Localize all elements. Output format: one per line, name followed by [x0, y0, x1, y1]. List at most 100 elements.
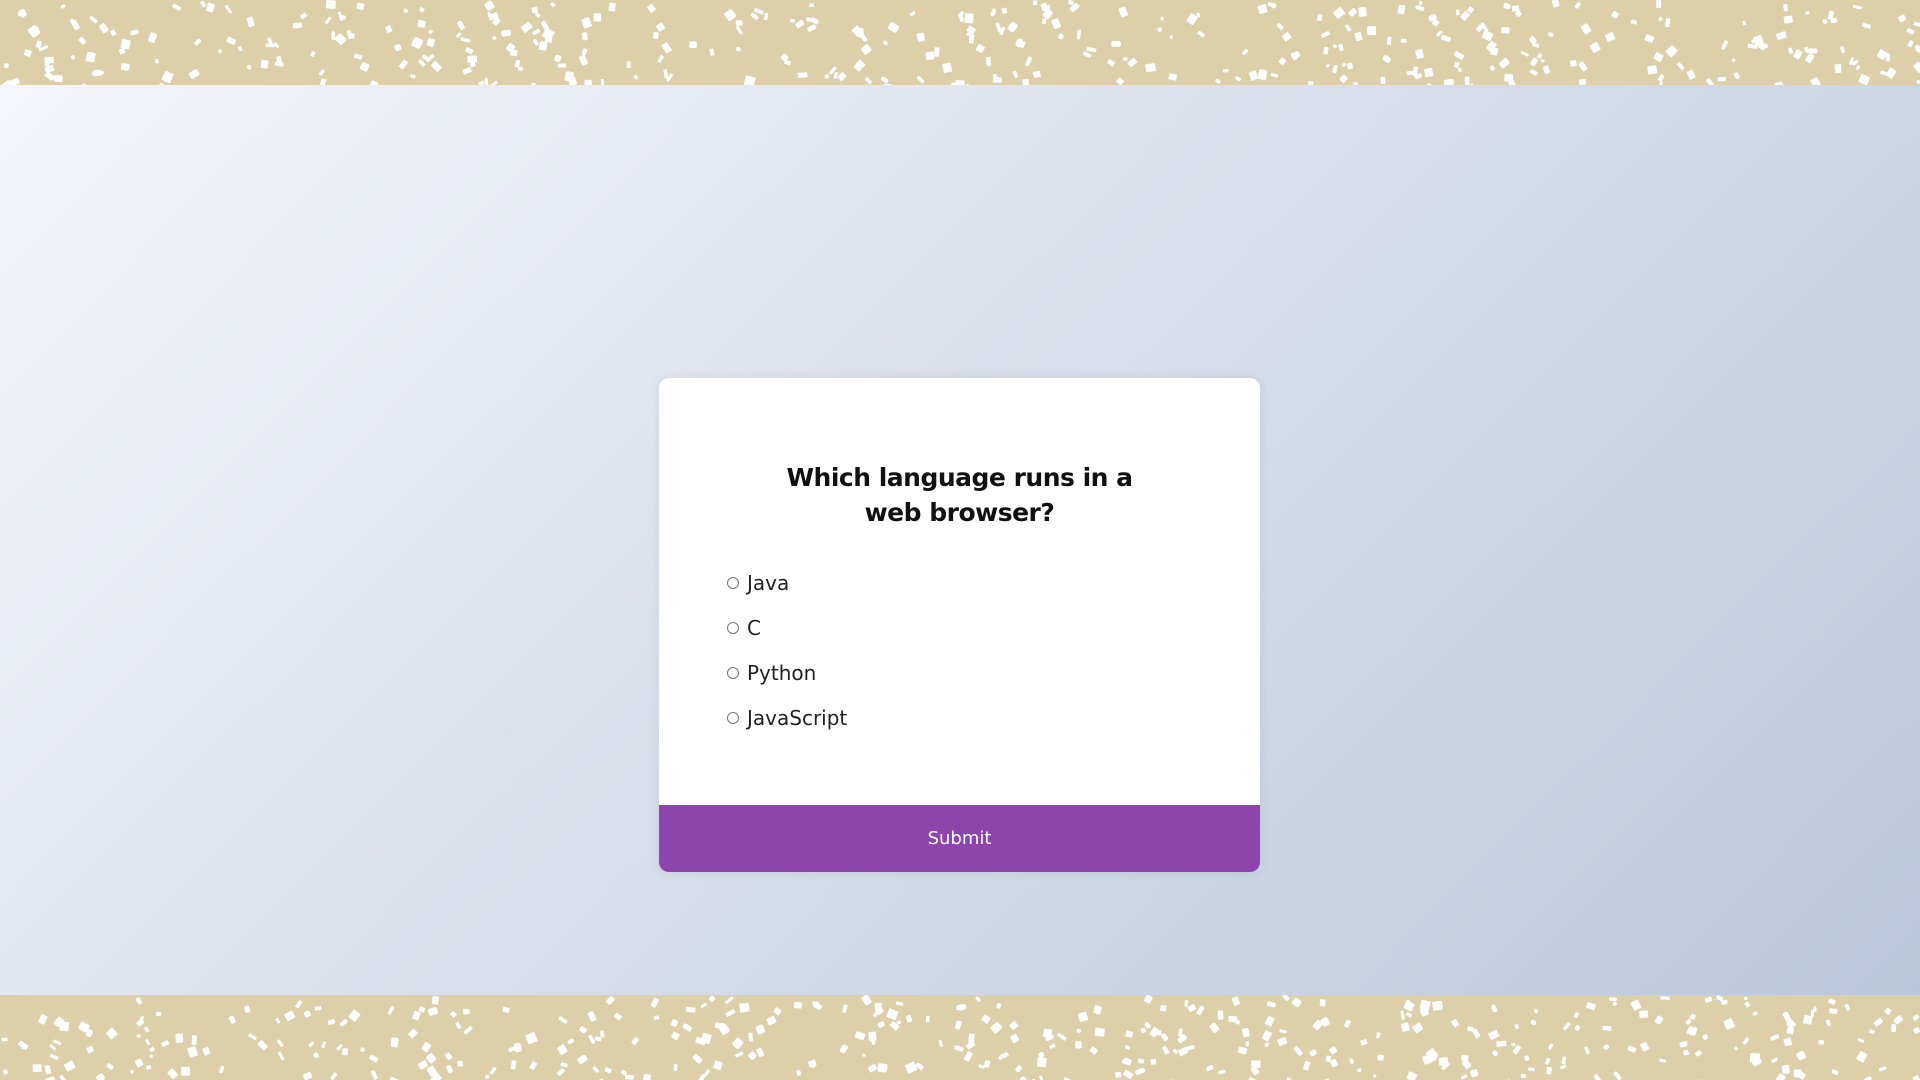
confetti-speck: [1885, 67, 1897, 79]
answer-option-python[interactable]: Python: [727, 650, 1192, 695]
confetti-speck: [1788, 47, 1793, 54]
radio-button[interactable]: [727, 711, 739, 724]
submit-button[interactable]: Submit: [659, 805, 1260, 872]
answer-label[interactable]: JavaScript: [747, 706, 847, 730]
confetti-speck: [685, 1006, 696, 1013]
confetti-speck: [370, 1069, 379, 1080]
confetti-speck: [1328, 1045, 1338, 1055]
confetti-speck: [653, 1015, 660, 1021]
confetti-speck: [1261, 1029, 1273, 1042]
confetti-speck: [136, 1018, 145, 1027]
confetti-speck: [1912, 1075, 1920, 1080]
confetti-speck: [359, 62, 370, 72]
confetti-speck: [467, 55, 478, 63]
confetti-speck: [1653, 51, 1664, 63]
confetti-speck: [265, 43, 275, 48]
confetti-speck: [1051, 18, 1062, 30]
confetti-speck: [1547, 32, 1554, 37]
confetti-speck: [130, 29, 139, 36]
confetti-speck: [1143, 995, 1153, 1004]
confetti-speck: [592, 1066, 599, 1073]
confetti-speck: [1231, 996, 1241, 1007]
confetti-speck: [1818, 1040, 1824, 1045]
confetti-speck: [1415, 48, 1425, 59]
confetti-speck: [1187, 1003, 1197, 1013]
answer-label[interactable]: C: [747, 616, 761, 640]
confetti-speck: [450, 1010, 457, 1018]
confetti-speck: [1302, 1060, 1311, 1071]
confetti-speck: [877, 1063, 888, 1073]
confetti-speck: [739, 1002, 750, 1013]
confetti-speck: [874, 1002, 882, 1012]
confetti-speck: [284, 1010, 296, 1022]
confetti-speck: [725, 996, 734, 1004]
confetti-speck: [257, 1040, 268, 1051]
answer-option-c[interactable]: C: [727, 605, 1192, 650]
confetti-pattern: [2, 0, 1920, 85]
confetti-speck: [1453, 50, 1465, 60]
confetti-speck: [143, 1026, 150, 1033]
confetti-speck: [1897, 14, 1907, 23]
confetti-speck: [1140, 1027, 1146, 1034]
confetti-speck: [228, 1015, 236, 1024]
confetti-speck: [149, 1054, 153, 1059]
answer-label[interactable]: Python: [747, 661, 816, 685]
confetti-speck: [1676, 62, 1685, 71]
confetti-speck: [1332, 44, 1338, 49]
confetti-speck: [1529, 69, 1538, 76]
confetti-speck: [45, 1076, 56, 1080]
confetti-speck: [533, 39, 539, 46]
confetti-speck: [492, 36, 497, 40]
confetti-speck: [943, 65, 949, 69]
radio-button[interactable]: [727, 621, 739, 634]
confetti-speck: [985, 56, 992, 66]
confetti-speck: [331, 31, 336, 41]
confetti-speck: [1781, 1064, 1790, 1074]
confetti-speck: [916, 32, 925, 42]
confetti-speck: [1451, 1018, 1460, 1028]
main-area: Which language runs in a web browser? Ja…: [0, 85, 1920, 995]
confetti-speck: [1611, 11, 1619, 19]
confetti-speck: [1397, 4, 1406, 15]
answer-option-java[interactable]: Java: [727, 560, 1192, 605]
page: Which language runs in a web browser? Ja…: [0, 0, 1920, 1080]
confetti-speck: [1723, 1018, 1735, 1030]
confetti-speck: [410, 74, 416, 79]
confetti-speck: [118, 48, 126, 55]
confetti-speck: [319, 78, 327, 85]
confetti-speck: [1432, 1000, 1444, 1011]
confetti-speck: [1771, 1057, 1778, 1063]
confetti-speck: [1222, 68, 1229, 73]
confetti-speck: [1829, 1008, 1838, 1015]
confetti-speck: [1041, 4, 1051, 12]
confetti-speck: [1235, 76, 1242, 82]
confetti-speck: [425, 1053, 437, 1064]
confetti-speck: [1007, 21, 1018, 33]
confetti-speck: [181, 1066, 190, 1076]
confetti-speck: [120, 63, 130, 71]
confetti-speck: [353, 53, 363, 60]
confetti-speck: [348, 1009, 361, 1022]
confetti-speck: [1612, 1001, 1618, 1006]
confetti-speck: [1487, 1029, 1500, 1041]
confetti-speck: [339, 1019, 348, 1027]
confetti-speck: [833, 72, 838, 79]
radio-button[interactable]: [727, 666, 739, 679]
confetti-speck: [99, 23, 109, 34]
confetti-speck: [1423, 67, 1434, 78]
radio-button[interactable]: [727, 576, 739, 589]
confetti-speck: [839, 1044, 849, 1054]
confetti-speck: [1357, 1068, 1362, 1073]
answer-option-javascript[interactable]: JavaScript: [727, 695, 1192, 740]
answer-label[interactable]: Java: [747, 571, 789, 595]
confetti-speck: [1032, 70, 1041, 78]
confetti-speck: [1822, 18, 1828, 25]
confetti-speck: [1608, 997, 1617, 1002]
confetti-speck: [1685, 1018, 1692, 1025]
confetti-speck: [1058, 33, 1064, 40]
confetti-speck: [887, 22, 900, 33]
confetti-speck: [1891, 1024, 1897, 1033]
confetti-speck: [484, 0, 495, 11]
confetti-speck: [303, 1071, 313, 1080]
confetti-speck: [360, 1047, 365, 1052]
